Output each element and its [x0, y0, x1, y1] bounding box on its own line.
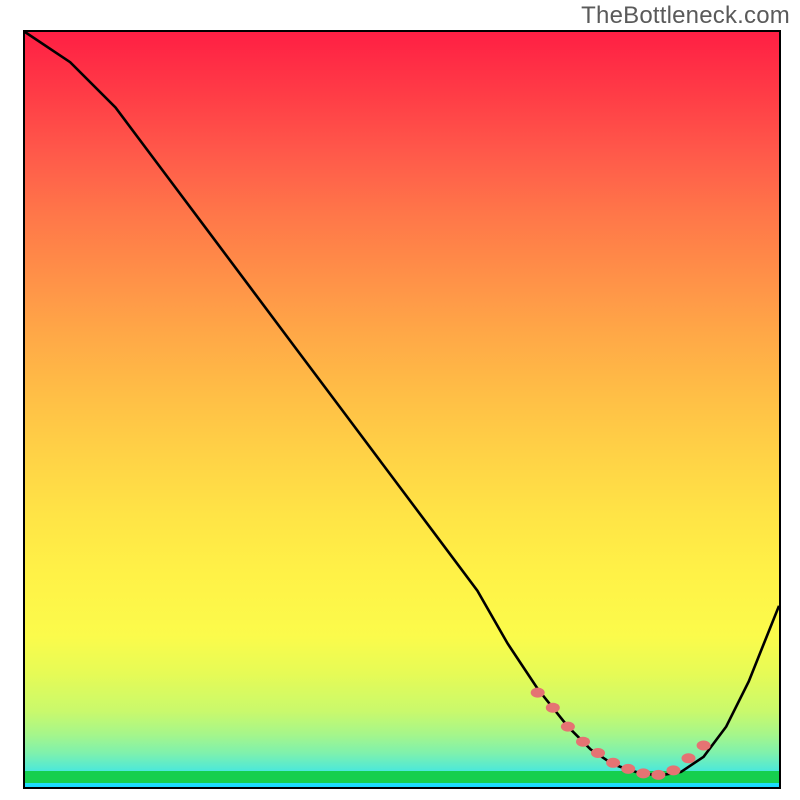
optimal-marker: [561, 722, 575, 732]
optimal-marker: [621, 764, 635, 774]
optimal-marker: [682, 753, 696, 763]
optimal-marker: [666, 765, 680, 775]
optimal-marker: [546, 703, 560, 713]
optimal-marker: [697, 741, 711, 751]
optimal-marker: [651, 770, 665, 780]
optimal-marker: [636, 768, 650, 778]
chart-svg: [25, 32, 779, 787]
optimal-marker: [531, 688, 545, 698]
chart-plot-area: [23, 30, 781, 789]
optimal-marker: [591, 748, 605, 758]
optimal-marker: [576, 737, 590, 747]
bottleneck-curve: [25, 32, 779, 776]
optimal-marker: [606, 758, 620, 768]
attribution-text: TheBottleneck.com: [581, 2, 790, 30]
